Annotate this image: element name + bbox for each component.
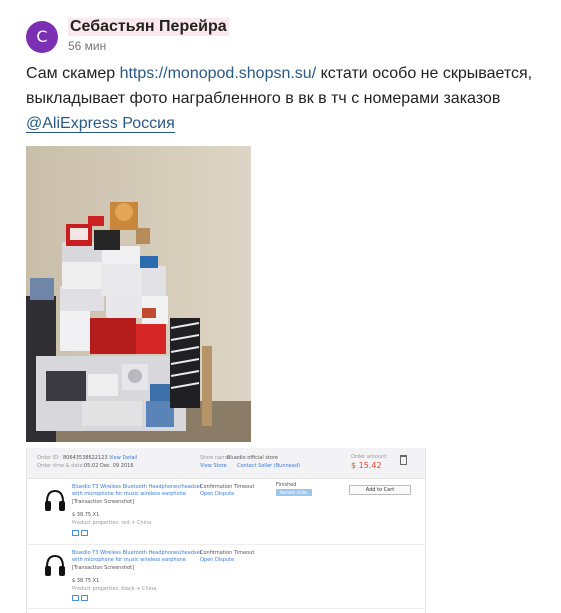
post-card: С Себастьян Перейра 56 мин Сам скамер ht… <box>0 0 561 613</box>
item-price: $ 38.75 X1 <box>72 512 100 518</box>
order-header: Order ID: 80643538622123 View Detail Ord… <box>27 448 425 479</box>
store-name: Bluedio official store <box>227 455 278 461</box>
contact-seller-link[interactable]: Contact Seller (Bunnead) <box>237 463 300 470</box>
image-icon[interactable] <box>72 530 79 536</box>
post-time[interactable]: 56 мин <box>68 39 106 53</box>
item-status: Confirmation Timeout <box>200 484 255 490</box>
amount-label: Order amount: <box>351 454 388 460</box>
author-avatar[interactable]: С <box>26 21 58 53</box>
order-time: 05:02 Dec. 09 2016 <box>84 463 134 469</box>
order-time-label: Order time & date: <box>37 463 85 469</box>
image-icon[interactable] <box>72 595 79 601</box>
item-properties: Product properties: red + China <box>72 520 152 526</box>
open-dispute-link[interactable]: Open Dispute <box>200 491 234 498</box>
remote-order-badge: Remote Order <box>276 489 312 496</box>
item-snapshot[interactable]: [Transaction Screenshot] <box>72 499 134 506</box>
item-snapshot[interactable]: [Transaction Screenshot] <box>72 565 134 572</box>
message-icon[interactable] <box>81 595 88 601</box>
author-name[interactable]: Себастьян Перейра <box>68 18 229 36</box>
add-to-cart-button[interactable]: Add to Cart <box>349 485 411 495</box>
item-title-2[interactable]: with microphone for music wireless earph… <box>72 557 186 564</box>
item-title-1[interactable]: Bluedio T3 Wireless Bluetooth Headphones… <box>72 550 202 557</box>
post-text-part1: Сам скамер <box>26 65 120 82</box>
post-photo[interactable] <box>26 146 251 442</box>
scam-site-link[interactable]: https://monopod.shopsn.su/ <box>120 65 317 82</box>
item-finished: Finished <box>276 482 297 488</box>
headphones-icon <box>45 489 65 511</box>
post-text: Сам скамер https://monopod.shopsn.su/ кс… <box>26 61 556 136</box>
order-screenshot: Order ID: 80643538622123 View Detail Ord… <box>26 448 426 613</box>
order-id: 80643538622123 <box>63 455 108 461</box>
item-price: $ 38.75 X1 <box>72 578 100 584</box>
order-id-label: Order ID: <box>37 455 60 461</box>
view-store-link[interactable]: View Store <box>200 463 227 470</box>
view-detail-link[interactable]: View Detail <box>109 455 137 462</box>
item-properties: Product properties: black + China <box>72 586 157 592</box>
order-item-row: Bluedio T3 Wireless Bluetooth Headphones… <box>27 478 425 545</box>
open-dispute-link[interactable]: Open Dispute <box>200 557 234 564</box>
item-status: Confirmation Timeout <box>200 550 255 556</box>
mention-link[interactable]: @AliExpress Россия <box>26 115 175 133</box>
item-title-1[interactable]: Bluedio T3 Wireless Bluetooth Headphones… <box>72 484 202 491</box>
trash-icon[interactable] <box>400 455 407 465</box>
headphones-icon <box>45 554 65 576</box>
item-title-2[interactable]: with microphone for music wireless earph… <box>72 491 186 498</box>
order-amount: $ 15.42 <box>351 461 382 470</box>
stacked-boxes-photo <box>26 146 251 442</box>
order-item-row: Bluedio T3 Wireless Bluetooth Headphones… <box>27 545 425 609</box>
message-icon[interactable] <box>81 530 88 536</box>
